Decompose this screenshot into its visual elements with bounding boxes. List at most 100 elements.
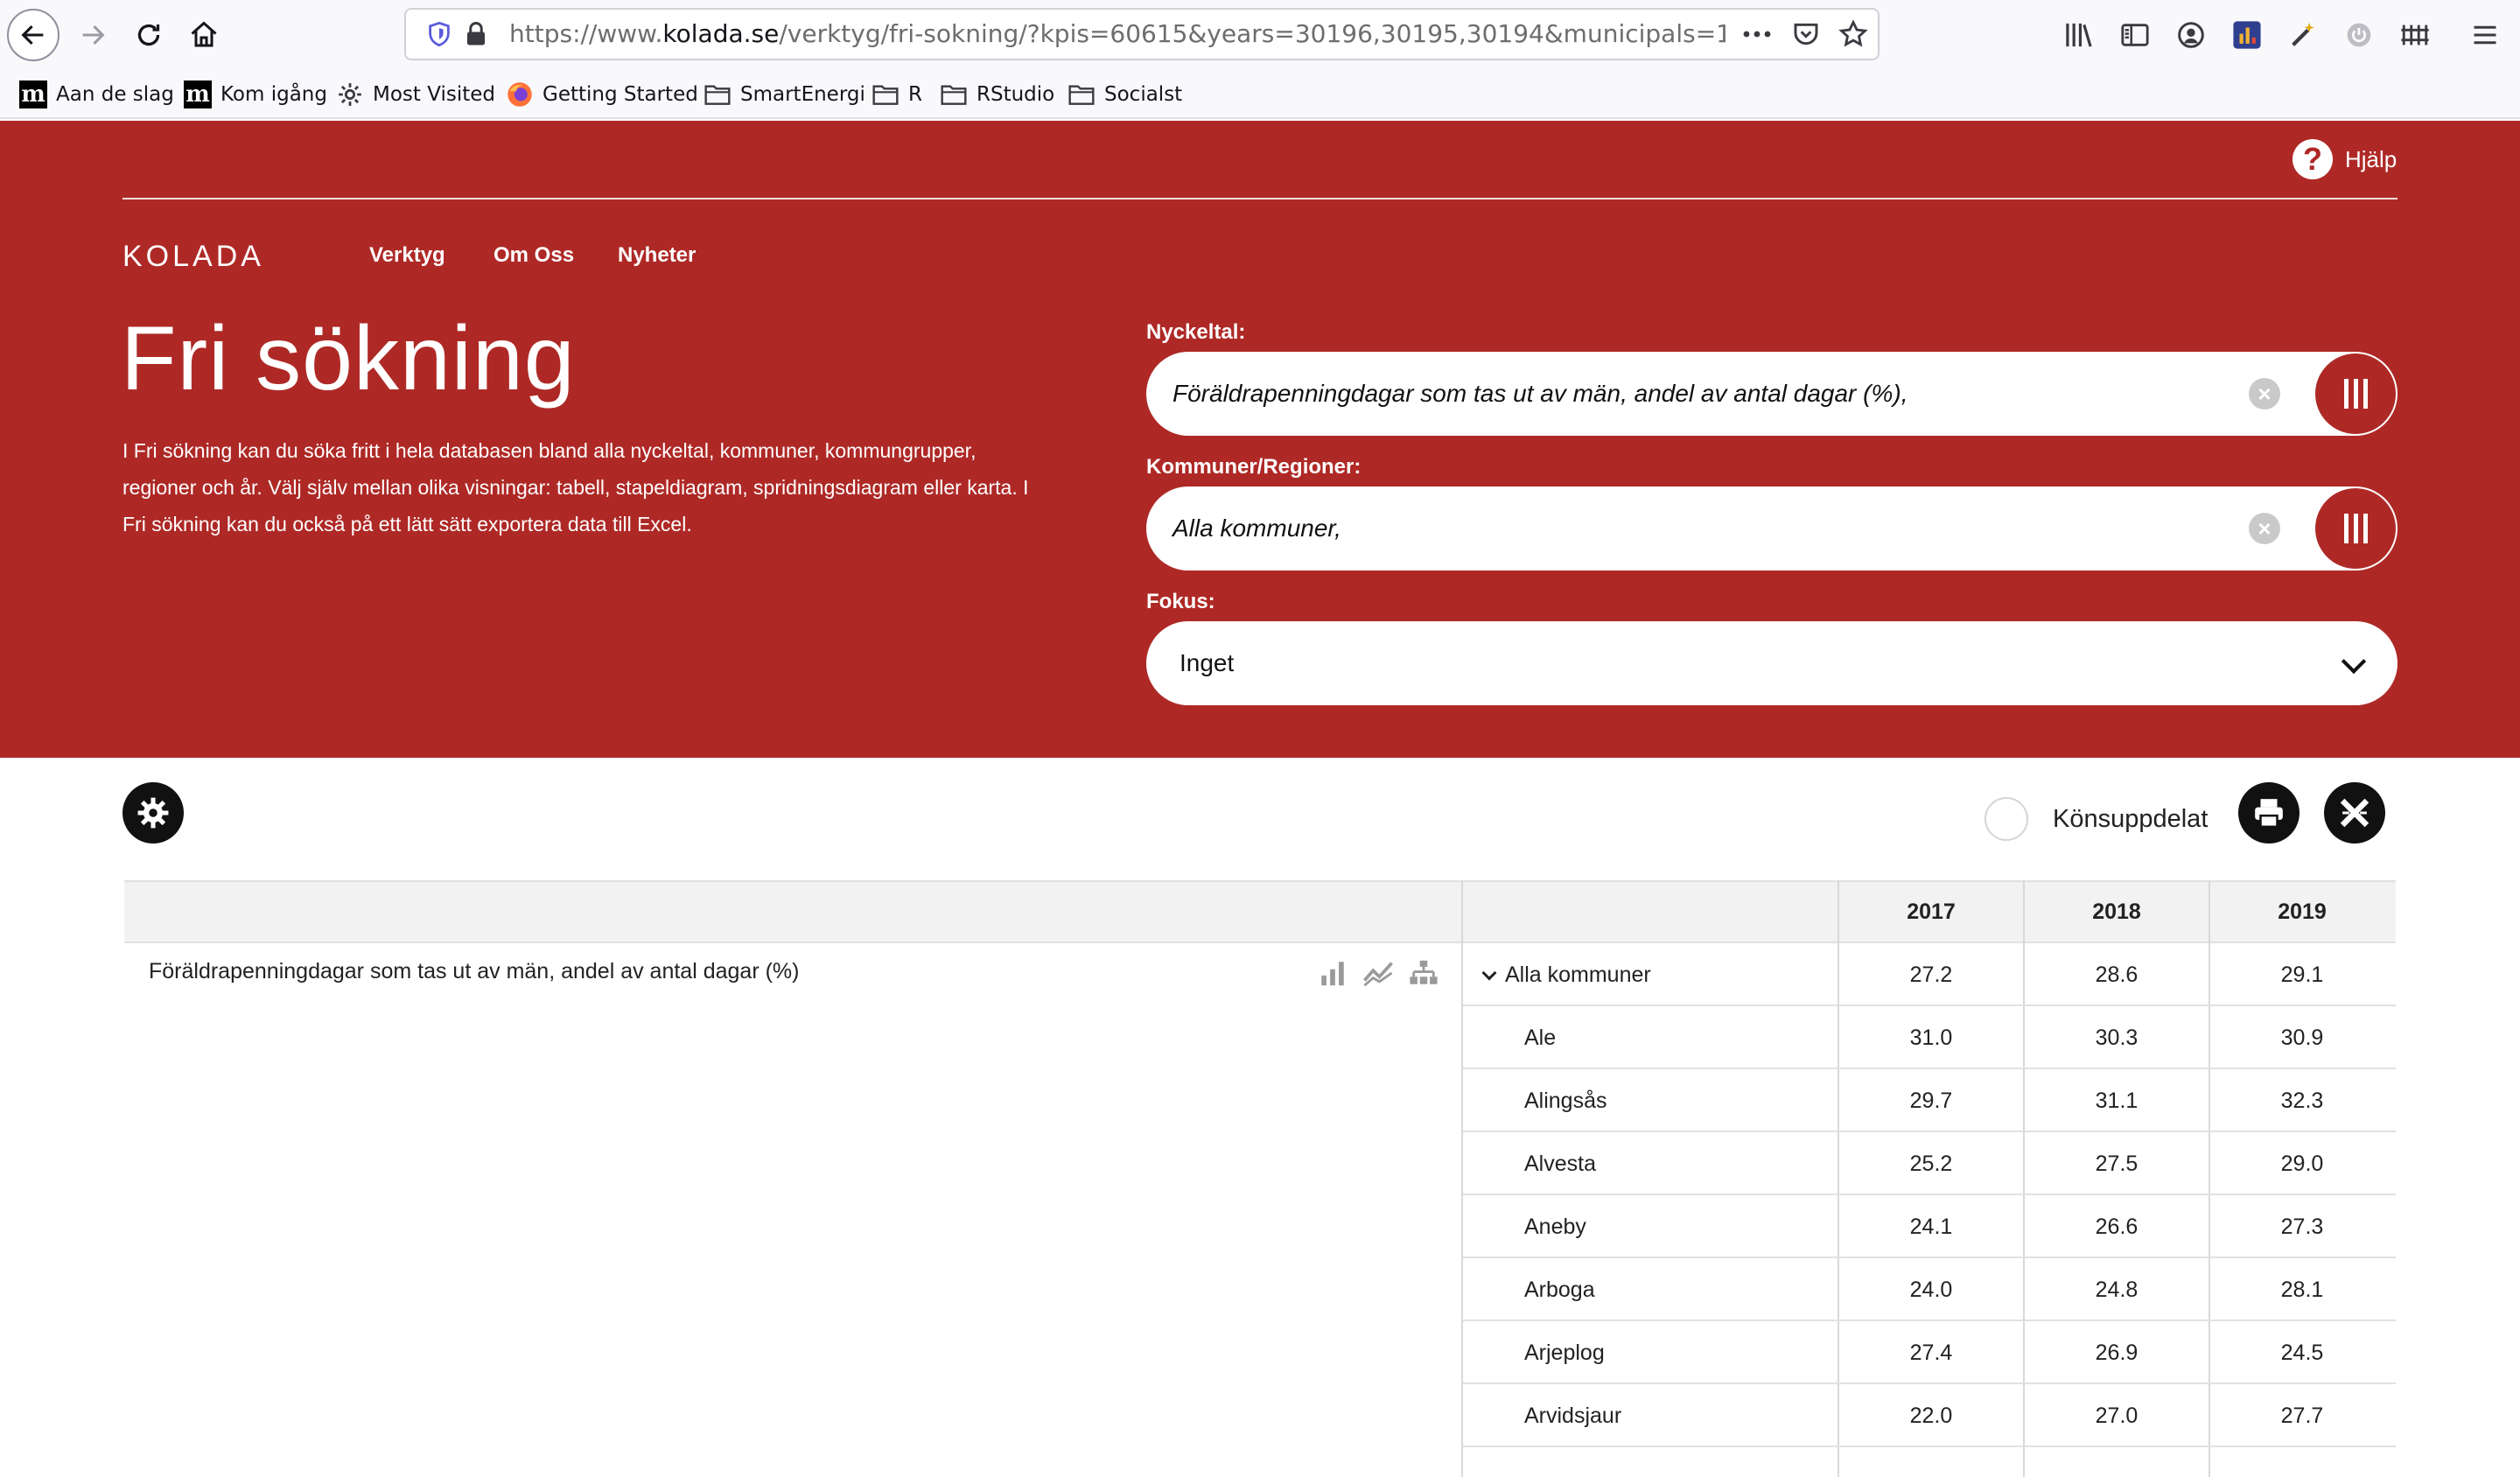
gender-split-toggle[interactable]: Könsuppdelat	[1984, 796, 2208, 842]
extension-chart-icon[interactable]	[2230, 18, 2264, 52]
site-logo[interactable]: KOLADA	[122, 240, 264, 274]
table-row[interactable]: Ale 31.0 30.3 30.9	[1463, 1006, 2396, 1069]
value-cell: 27.5	[2095, 1152, 2138, 1176]
chevron-down-icon[interactable]	[1481, 965, 1497, 981]
gender-split-radio[interactable]	[1984, 797, 2028, 841]
reload-button[interactable]	[122, 9, 175, 61]
bookmark-folder-socialst[interactable]: Socialst	[1068, 79, 1182, 110]
menu-icon[interactable]	[2468, 18, 2502, 52]
table-row[interactable]: Alvesta 25.2 27.5 29.0	[1463, 1132, 2396, 1195]
kpi-field[interactable]: Föräldrapenningdagar som tas ut av män, …	[1146, 352, 2398, 436]
page-header: ? Hjälp KOLADA Verktyg Om Oss Nyheter Fr…	[0, 121, 2520, 758]
folder-icon	[1068, 80, 1096, 108]
table-row[interactable]: Aneby 24.1 26.6 27.3	[1463, 1195, 2396, 1258]
bar-chart-icon[interactable]	[1318, 958, 1348, 988]
account-icon[interactable]	[2174, 18, 2208, 52]
extension-grid-icon[interactable]	[2398, 18, 2432, 52]
value-cell: 27.3	[2280, 1214, 2324, 1239]
kpi-view-icons	[1318, 956, 1438, 990]
bookmark-folder-smartenergi[interactable]: SmartEnergi	[704, 79, 865, 110]
value-cell: 27.0	[2095, 1404, 2138, 1428]
value-cell: 27.2	[1909, 962, 1953, 987]
sidebar-icon[interactable]	[2118, 18, 2152, 52]
excel-icon	[2340, 798, 2370, 828]
value-cell: 28.1	[2280, 1278, 2324, 1302]
bookmark-getting-started[interactable]: Getting Started	[506, 79, 698, 110]
year-header-2017[interactable]: 2017	[1839, 880, 2023, 943]
value-cell: 24.8	[2095, 1278, 2138, 1302]
bookmark-star-icon[interactable]	[1838, 18, 1869, 50]
focus-select-value: Inget	[1180, 649, 1235, 676]
pocket-icon[interactable]	[1790, 18, 1822, 50]
municipality-name: Alvesta	[1524, 1152, 1596, 1176]
table-row[interactable]: Alingsås 29.7 31.1 32.3	[1463, 1069, 2396, 1132]
extension-wand-icon[interactable]	[2286, 18, 2320, 52]
value-cell: 24.0	[1909, 1278, 1953, 1302]
municipality-name: Arboga	[1524, 1278, 1595, 1302]
address-bar[interactable]: https://www.kolada.se/verktyg/fri-soknin…	[404, 8, 1880, 60]
library-icon[interactable]	[2062, 18, 2096, 52]
forward-button[interactable]	[66, 9, 119, 61]
back-button[interactable]	[7, 9, 60, 61]
kpi-select-button[interactable]	[2315, 354, 2396, 434]
municipality-name: Alingsås	[1524, 1088, 1607, 1113]
table-row[interactable]: Arjeplog 27.4 26.9 24.5	[1463, 1321, 2396, 1384]
bookmark-aan-de-slag[interactable]: m Aan de slag	[19, 79, 174, 110]
browser-toolbar: https://www.kolada.se/verktyg/fri-soknin…	[0, 0, 2520, 70]
excel-export-button[interactable]	[2324, 782, 2385, 844]
help-link[interactable]: ? Hjälp	[2292, 138, 2397, 180]
muni-field[interactable]: Alla kommuner, ×	[1146, 486, 2398, 570]
year-header-2019[interactable]: 2019	[2210, 880, 2394, 943]
clear-muni-icon[interactable]: ×	[2249, 513, 2280, 544]
municipality-name: Arvidsjaur	[1524, 1404, 1622, 1428]
question-icon: ?	[2292, 139, 2333, 179]
nav-om-oss[interactable]: Om Oss	[494, 243, 574, 268]
nav-verktyg[interactable]: Verktyg	[369, 243, 445, 268]
tracking-shield-icon[interactable]	[424, 18, 455, 50]
gear-icon	[336, 80, 364, 108]
muni-select-button[interactable]	[2315, 488, 2396, 569]
value-cell: 27.7	[2280, 1404, 2324, 1428]
line-chart-icon[interactable]	[1362, 958, 1395, 988]
value-cell: 31.1	[2095, 1088, 2138, 1113]
arrow-right-icon	[82, 24, 105, 46]
home-button[interactable]	[178, 9, 230, 61]
focus-select[interactable]: Inget	[1146, 621, 2398, 705]
folder-icon	[940, 80, 968, 108]
url-text[interactable]: https://www.kolada.se/verktyg/fri-soknin…	[509, 10, 1726, 59]
value-cell: 28.6	[2095, 962, 2138, 987]
municipality-name: Ale	[1524, 1026, 1557, 1050]
header-divider	[122, 198, 2398, 200]
extension-power-icon[interactable]	[2342, 18, 2376, 52]
settings-button[interactable]	[122, 782, 184, 844]
reload-icon	[137, 24, 160, 46]
focus-label: Fokus:	[1146, 590, 1215, 613]
value-cell: 29.7	[1909, 1088, 1953, 1113]
table-row[interactable]: Alla kommuner 27.2 28.6 29.1	[1463, 943, 2396, 1006]
bookmarks-toolbar: m Aan de slag m Kom igång Most Visited Get…	[0, 70, 2520, 119]
print-button[interactable]	[2238, 782, 2300, 844]
more-actions-icon[interactable]	[1741, 20, 1773, 48]
lock-icon[interactable]	[460, 18, 492, 50]
gear-icon	[137, 797, 169, 829]
value-cell: 30.3	[2095, 1026, 2138, 1050]
firefox-icon	[506, 80, 534, 108]
value-cell: 26.9	[2095, 1340, 2138, 1365]
table-row[interactable]: Arboga 24.0 24.8 28.1	[1463, 1258, 2396, 1321]
kpi-label: Nyckeltal:	[1146, 320, 1246, 344]
kpi-row-label: Föräldrapenningdagar som tas ut av män, …	[149, 959, 800, 984]
value-cell: 27.4	[1909, 1340, 1953, 1365]
bookmark-kom-igang[interactable]: m Kom igång	[184, 79, 327, 110]
table-row[interactable]: Arvidsjaur 22.0 27.0 27.7	[1463, 1384, 2396, 1447]
hierarchy-icon[interactable]	[1409, 958, 1438, 988]
bookmark-most-visited[interactable]: Most Visited	[336, 79, 495, 110]
muni-field-value[interactable]: Alla kommuner,	[1172, 486, 1341, 570]
bookmark-folder-r[interactable]: R	[872, 79, 922, 110]
value-cell: 29.0	[2280, 1152, 2324, 1176]
year-header-2018[interactable]: 2018	[2025, 880, 2208, 943]
kpi-field-value[interactable]: Föräldrapenningdagar som tas ut av män, …	[1172, 352, 1908, 436]
bookmark-folder-rstudio[interactable]: RStudio	[940, 79, 1054, 110]
clear-kpi-icon[interactable]: ×	[2249, 378, 2280, 410]
value-cell: 29.1	[2280, 962, 2324, 987]
nav-nyheter[interactable]: Nyheter	[618, 243, 696, 268]
